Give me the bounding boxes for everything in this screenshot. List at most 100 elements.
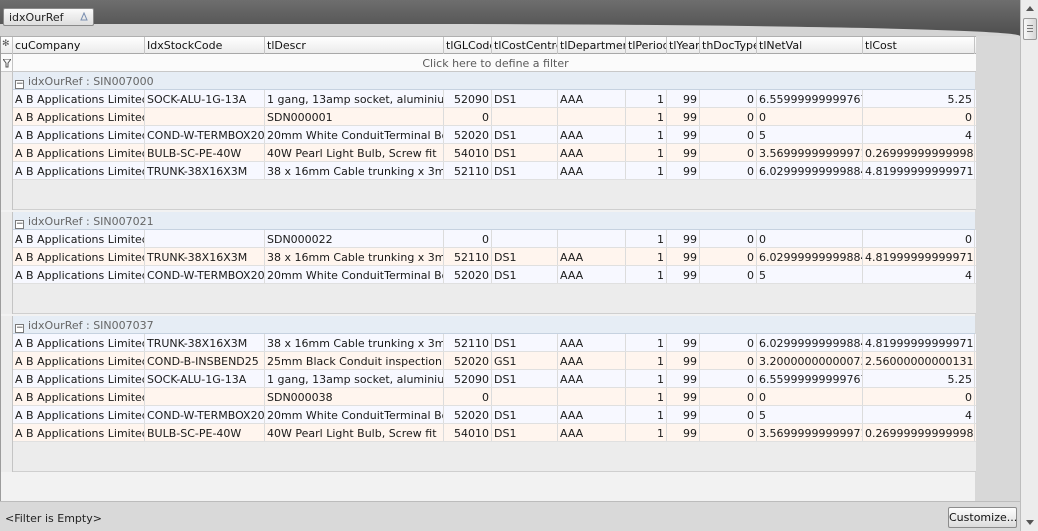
cell-tldescr[interactable]: SDN000022 [265,230,444,247]
cell-idxstockcode[interactable]: COND-B-INSBEND25 [145,352,265,369]
table-row[interactable]: A B Applications Limited TRUNK-38X16X3M 38… [13,162,976,180]
cell-tlnetval[interactable]: 6.02999999999884 [757,248,863,265]
cell-tlcostcentre[interactable] [492,108,558,125]
cell-thdoctype[interactable]: 0 [700,424,757,441]
table-row[interactable]: A B Applications Limited BULB-SC-PE-40W 40… [13,424,976,442]
cell-cucompany[interactable]: A B Applications Limited [13,406,145,423]
cell-thdoctype[interactable]: 0 [700,352,757,369]
cell-tlcost[interactable]: 4 [863,266,975,283]
cell-tlnetval[interactable]: 5 [757,406,863,423]
table-row[interactable]: A B Applications Limited TRUNK-38X16X3M 38… [13,334,976,352]
cell-cucompany[interactable]: A B Applications Limited [13,144,145,161]
cell-tlyear[interactable]: 99 [667,406,700,423]
cell-cucompany[interactable]: A B Applications Limited [13,334,145,351]
cell-idxstockcode[interactable]: SOCK-ALU-1G-13A [145,370,265,387]
cell-tlperiod[interactable]: 1 [626,90,667,107]
cell-tlperiod[interactable]: 1 [626,162,667,179]
cell-thdoctype[interactable]: 0 [700,266,757,283]
cell-tlglcode[interactable]: 52020 [444,126,492,143]
cell-tlnetval[interactable]: 0 [757,388,863,405]
cell-tlperiod[interactable]: 1 [626,370,667,387]
cell-tldepartment[interactable]: AAA [558,126,626,143]
table-row[interactable]: A B Applications Limited SOCK-ALU-1G-13A 1… [13,370,976,388]
cell-cucompany[interactable]: A B Applications Limited [13,352,145,369]
cell-tlyear[interactable]: 99 [667,388,700,405]
cell-tlyear[interactable]: 99 [667,144,700,161]
table-row[interactable]: A B Applications Limited SOCK-ALU-1G-13A 1… [13,90,976,108]
cell-tlperiod[interactable]: 1 [626,388,667,405]
collapse-icon[interactable]: − [15,80,24,89]
filter-row-text[interactable]: Click here to define a filter [15,57,976,70]
collapse-icon[interactable]: − [15,324,24,333]
column-chooser-icon[interactable]: ✻ [2,39,10,49]
cell-tlnetval[interactable]: 3.20000000000073 [757,352,863,369]
cell-tlglcode[interactable]: 52020 [444,266,492,283]
cell-tldepartment[interactable]: AAA [558,248,626,265]
cell-tldepartment[interactable]: AAA [558,266,626,283]
cell-thdoctype[interactable]: 0 [700,162,757,179]
cell-tlperiod[interactable]: 1 [626,424,667,441]
cell-thdoctype[interactable]: 0 [700,248,757,265]
column-header-tlglcode[interactable]: tlGLCode [444,37,492,54]
cell-idxstockcode[interactable]: BULB-SC-PE-40W [145,424,265,441]
cell-tlnetval[interactable]: 3.56999999999971 [757,424,863,441]
cell-thdoctype[interactable]: 0 [700,388,757,405]
cell-tlglcode[interactable]: 0 [444,230,492,247]
cell-tlcostcentre[interactable]: DS1 [492,424,558,441]
cell-tlglcode[interactable]: 54010 [444,424,492,441]
cell-tldescr[interactable]: 1 gang, 13amp socket, aluminium [265,370,444,387]
filter-status-text[interactable]: <Filter is Empty> [5,512,102,525]
cell-cucompany[interactable]: A B Applications Limited [13,424,145,441]
table-row[interactable]: A B Applications Limited COND-W-TERMBOX20… [13,406,976,424]
cell-tldescr[interactable]: 38 x 16mm Cable trunking x 3m long [265,162,444,179]
cell-tlglcode[interactable]: 52090 [444,370,492,387]
scroll-up-icon[interactable] [1023,2,1037,16]
column-header-tlyear[interactable]: tlYear [667,37,700,54]
group-chip-idxourref[interactable]: idxOurRef [3,8,94,26]
cell-tlyear[interactable]: 99 [667,248,700,265]
cell-tlperiod[interactable]: 1 [626,144,667,161]
cell-tlcost[interactable]: 2.56000000000131 [863,352,975,369]
cell-tlcostcentre[interactable]: DS1 [492,266,558,283]
cell-tlcostcentre[interactable]: DS1 [492,406,558,423]
cell-tlperiod[interactable]: 1 [626,248,667,265]
cell-idxstockcode[interactable] [145,388,265,405]
cell-tlcost[interactable]: 0 [863,388,975,405]
cell-tlglcode[interactable]: 52020 [444,352,492,369]
table-row[interactable]: A B Applications Limited SDN000001 0 1 99 0 0 0 [13,108,976,126]
cell-tlcostcentre[interactable]: DS1 [492,334,558,351]
cell-tlperiod[interactable]: 1 [626,230,667,247]
cell-idxstockcode[interactable]: COND-W-TERMBOX20 [145,126,265,143]
filter-row[interactable]: Click here to define a filter [1,54,976,72]
table-row[interactable]: A B Applications Limited COND-W-TERMBOX20… [13,126,976,144]
cell-tldescr[interactable]: 40W Pearl Light Bulb, Screw fit [265,144,444,161]
cell-tlglcode[interactable]: 52020 [444,406,492,423]
customize-button[interactable]: Customize... [948,507,1017,528]
scrollbar-thumb[interactable] [1023,18,1037,40]
cell-thdoctype[interactable]: 0 [700,144,757,161]
column-header-tlcost[interactable]: tlCost [863,37,975,54]
column-header-thdoctype[interactable]: thDocType [700,37,757,54]
cell-tlcost[interactable]: 0.269999999999982 [863,144,975,161]
cell-tlcost[interactable]: 0 [863,108,975,125]
cell-idxstockcode[interactable] [145,108,265,125]
cell-tldepartment[interactable]: AAA [558,370,626,387]
cell-tlnetval[interactable]: 6.55999999999767 [757,90,863,107]
cell-tlglcode[interactable]: 52110 [444,248,492,265]
cell-cucompany[interactable]: A B Applications Limited [13,388,145,405]
cell-tlcostcentre[interactable]: DS1 [492,162,558,179]
column-header-tlcostcentre[interactable]: tlCostCentre [492,37,558,54]
sort-ascending-icon[interactable] [80,12,88,21]
cell-tldescr[interactable]: 40W Pearl Light Bulb, Screw fit [265,424,444,441]
cell-tldescr[interactable]: 38 x 16mm Cable trunking x 3m long [265,248,444,265]
column-header-tlperiod[interactable]: tlPeriod [626,37,667,54]
table-row[interactable]: A B Applications Limited COND-W-TERMBOX20… [13,266,976,284]
cell-tlcost[interactable]: 4 [863,126,975,143]
cell-tlcost[interactable]: 0.269999999999982 [863,424,975,441]
cell-tlcostcentre[interactable]: DS1 [492,248,558,265]
cell-cucompany[interactable]: A B Applications Limited [13,108,145,125]
cell-tlyear[interactable]: 99 [667,162,700,179]
cell-cucompany[interactable]: A B Applications Limited [13,370,145,387]
cell-tlglcode[interactable]: 52110 [444,162,492,179]
cell-idxstockcode[interactable]: COND-W-TERMBOX20 [145,266,265,283]
